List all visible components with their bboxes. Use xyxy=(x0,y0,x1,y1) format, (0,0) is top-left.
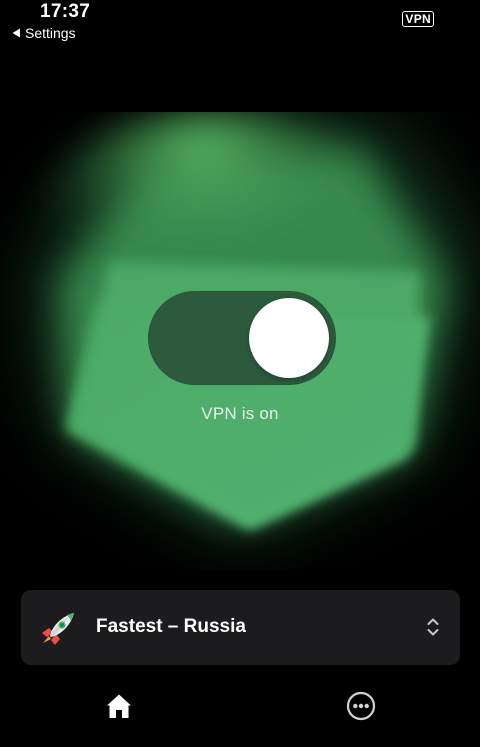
status-time: 17:37 xyxy=(40,1,91,22)
back-to-settings-button[interactable]: Settings xyxy=(12,25,76,41)
back-arrow-icon xyxy=(12,28,21,38)
vpn-toggle[interactable] xyxy=(148,291,336,385)
back-label: Settings xyxy=(25,25,76,41)
vpn-toggle-knob xyxy=(249,298,329,378)
vpn-status-text: VPN is on xyxy=(201,404,279,423)
home-icon xyxy=(103,694,135,726)
tab-more[interactable] xyxy=(345,690,377,722)
vpn-home-screen: 17:37 Settings VPN VPN is on Fastest – R… xyxy=(0,0,480,747)
rocket-icon-graphic xyxy=(40,612,76,651)
location-selector[interactable]: Fastest – Russia xyxy=(21,590,460,665)
chevron-updown-icon xyxy=(426,617,440,642)
vpn-status-badge: VPN xyxy=(402,11,434,27)
location-label: Fastest – Russia xyxy=(96,616,246,637)
tab-home[interactable] xyxy=(103,690,135,722)
more-icon xyxy=(345,691,377,726)
